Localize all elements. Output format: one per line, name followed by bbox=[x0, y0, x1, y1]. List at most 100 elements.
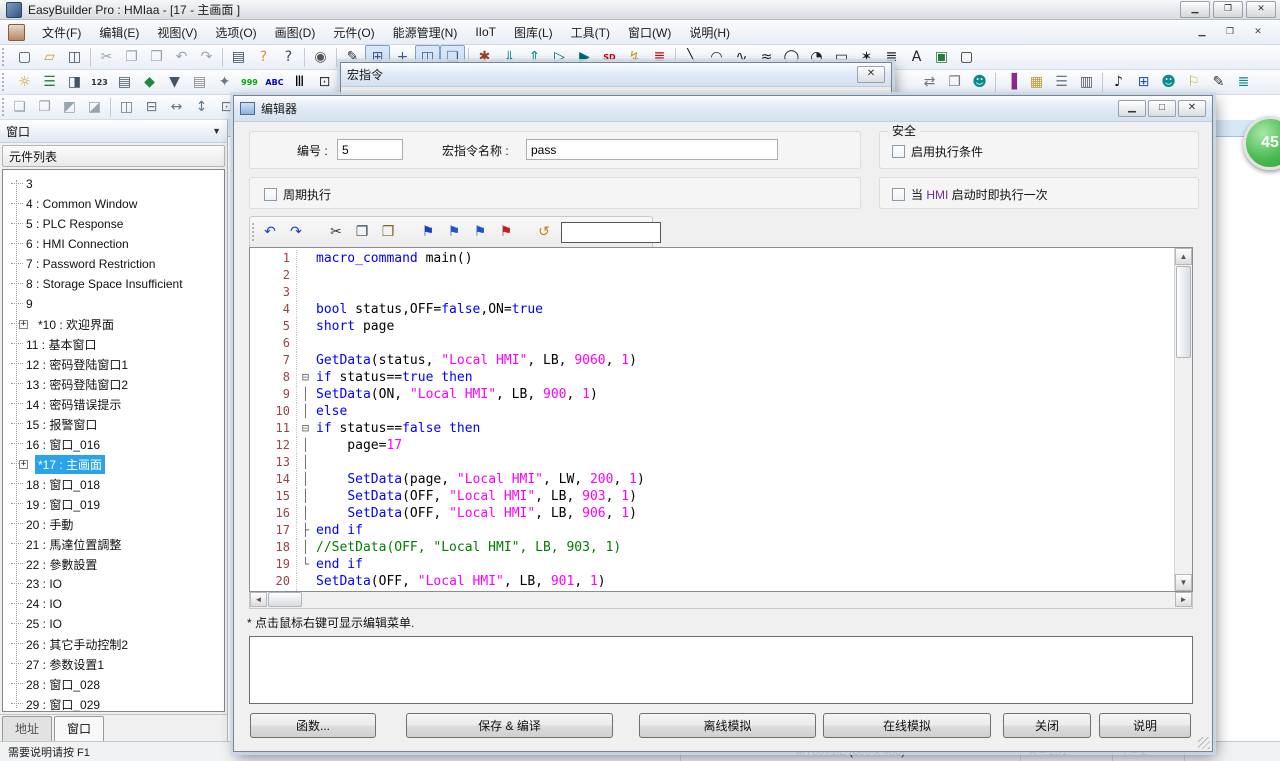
undo-icon[interactable]: ↶ bbox=[169, 45, 194, 69]
function-button[interactable]: 函数... bbox=[250, 713, 376, 738]
bring-to-front-icon[interactable]: ◩ bbox=[57, 95, 82, 119]
save-icon[interactable]: ◫ bbox=[62, 45, 87, 69]
checkbox-icon[interactable] bbox=[264, 188, 277, 201]
find-object-icon[interactable]: ◉ bbox=[308, 45, 333, 69]
mdi-minimize-icon[interactable]: ▁ bbox=[1190, 24, 1214, 40]
assistant-icon[interactable]: ☻ bbox=[1156, 70, 1181, 94]
copy-icon[interactable]: ❐ bbox=[119, 45, 144, 69]
scroll-left-icon[interactable]: ◄ bbox=[250, 592, 267, 607]
window-tree-item[interactable]: 14 : 密码错误提示 bbox=[3, 394, 224, 414]
sidebar-tab-窗口[interactable]: 窗口 bbox=[54, 716, 104, 741]
bookmark-clear-icon[interactable]: ⚑ bbox=[493, 220, 519, 244]
window-tree-item[interactable]: 6 : HMI Connection bbox=[3, 234, 224, 254]
copy-icon[interactable]: ❐ bbox=[349, 220, 375, 244]
window-tree-item[interactable]: 28 : 窗口_028 bbox=[3, 674, 224, 694]
bit-lamp-icon[interactable]: ☼ bbox=[12, 70, 37, 94]
menu-item[interactable]: 选项(O) bbox=[206, 21, 265, 44]
menu-item[interactable]: 图库(L) bbox=[505, 21, 562, 44]
send-to-back-icon[interactable]: ◪ bbox=[82, 95, 107, 119]
label-tag-icon[interactable]: ⚐ bbox=[1181, 70, 1206, 94]
window-tree-item[interactable]: 21 : 馬達位置調整 bbox=[3, 534, 224, 554]
picture-object-icon[interactable]: ▣ bbox=[929, 45, 954, 69]
window-tree-item[interactable]: 19 : 窗口_019 bbox=[3, 494, 224, 514]
menu-item[interactable]: 说明(H) bbox=[680, 21, 739, 44]
window-tree-item[interactable]: 15 : 报警窗口 bbox=[3, 414, 224, 434]
window-tree-item[interactable]: 4 : Common Window bbox=[3, 194, 224, 214]
data-transfer-icon[interactable]: ❐ bbox=[942, 70, 967, 94]
edit-object-icon[interactable]: ✎ bbox=[1206, 70, 1231, 94]
window-tree-item[interactable]: 24 : IO bbox=[3, 594, 224, 614]
make-same-height-icon[interactable]: ↕ bbox=[189, 95, 214, 119]
horizontal-scroll-thumb[interactable] bbox=[268, 592, 302, 607]
window-tree-item[interactable]: 9 bbox=[3, 294, 224, 314]
minimize-button[interactable]: ▁ bbox=[1180, 1, 1210, 18]
mdi-close-icon[interactable]: ✕ bbox=[1246, 24, 1270, 40]
vertical-scroll-thumb[interactable] bbox=[1176, 266, 1191, 358]
cut-icon[interactable]: ✂ bbox=[94, 45, 119, 69]
sound-library-icon[interactable]: ♪ bbox=[1106, 70, 1131, 94]
bar-display-icon[interactable]: ≣ bbox=[1231, 70, 1256, 94]
menu-item[interactable]: 元件(O) bbox=[324, 21, 383, 44]
window-tree-item[interactable]: 27 : 参数设置1 bbox=[3, 654, 224, 674]
panel-caption[interactable]: 窗口 ▼ bbox=[0, 120, 227, 143]
undo-icon[interactable]: ↶ bbox=[257, 220, 283, 244]
find-input[interactable] bbox=[561, 222, 661, 243]
help-icon[interactable]: ? bbox=[251, 45, 276, 69]
window-tree-item[interactable]: 26 : 其它手动控制2 bbox=[3, 634, 224, 654]
multi-state-switch-icon[interactable]: ▤ bbox=[112, 70, 137, 94]
window-tree-item[interactable]: 22 : 參數設置 bbox=[3, 554, 224, 574]
context-help-icon[interactable]: ? bbox=[276, 45, 301, 69]
group-objects-icon[interactable]: ❏ bbox=[7, 95, 32, 119]
set-word-icon[interactable]: 123 bbox=[87, 70, 112, 94]
object-list-header[interactable]: 元件列表 bbox=[2, 145, 225, 167]
shape-text-icon[interactable]: A bbox=[904, 45, 929, 69]
menu-item[interactable]: 文件(F) bbox=[33, 21, 90, 44]
print-icon[interactable]: ▤ bbox=[226, 45, 251, 69]
resize-grip[interactable] bbox=[1198, 737, 1210, 749]
memo-pad-icon[interactable]: ▤ bbox=[187, 70, 212, 94]
editor-maximize-button[interactable]: □ bbox=[1148, 100, 1176, 117]
find-replace-icon[interactable]: ↺ bbox=[531, 220, 557, 244]
direct-window-icon[interactable]: ⊡ bbox=[312, 70, 337, 94]
expander-plus-icon[interactable]: + bbox=[19, 320, 28, 329]
editor-minimize-button[interactable]: ▁ bbox=[1118, 100, 1146, 117]
help-button[interactable]: 说明 bbox=[1099, 713, 1191, 738]
sidebar-tab-地址[interactable]: 地址 bbox=[2, 716, 52, 741]
scroll-right-icon[interactable]: ► bbox=[1175, 592, 1192, 607]
mdi-restore-icon[interactable]: ❐ bbox=[1218, 24, 1242, 40]
project-organizer-icon[interactable]: ▦ bbox=[1024, 70, 1049, 94]
checkbox-icon[interactable] bbox=[892, 188, 905, 201]
editor-dialog-titlebar[interactable]: 编辑器 ▁ □ ✕ bbox=[234, 96, 1212, 122]
window-tree-item[interactable]: +*10 : 欢迎界面 bbox=[3, 314, 224, 334]
ungroup-objects-icon[interactable]: ❐ bbox=[32, 95, 57, 119]
online-simulation-button[interactable]: 在线模拟 bbox=[823, 713, 991, 738]
paste-icon[interactable]: ❒ bbox=[144, 45, 169, 69]
window-tree-item[interactable]: 13 : 密码登陆窗口2 bbox=[3, 374, 224, 394]
set-bit-icon[interactable]: ◨ bbox=[62, 70, 87, 94]
chevron-down-icon[interactable]: ▼ bbox=[212, 126, 221, 136]
run-on-startup-checkbox[interactable]: 当 HMI 启动时即执行一次 bbox=[892, 186, 1048, 203]
window-tree-item[interactable]: 23 : IO bbox=[3, 574, 224, 594]
menu-item[interactable]: 窗口(W) bbox=[619, 21, 680, 44]
robot-helper-icon[interactable]: ☻ bbox=[967, 70, 992, 94]
window-tree-item[interactable]: 29 : 窗口_029 bbox=[3, 694, 224, 712]
word-lamp-icon[interactable]: ☰ bbox=[37, 70, 62, 94]
address-grabber-icon[interactable]: ▐ bbox=[999, 70, 1024, 94]
scroll-down-icon[interactable]: ▼ bbox=[1175, 574, 1192, 591]
editor-close-button[interactable]: ✕ bbox=[1178, 100, 1206, 117]
restore-button[interactable]: ❐ bbox=[1213, 1, 1243, 18]
fold-collapse-icon[interactable]: ⊟ bbox=[297, 369, 314, 386]
shape-frame-icon[interactable]: ▢ bbox=[954, 45, 979, 69]
menu-item[interactable]: 视图(V) bbox=[148, 21, 206, 44]
key-object-icon[interactable]: ✦ bbox=[212, 70, 237, 94]
bookmark-next-icon[interactable]: ⚑ bbox=[441, 220, 467, 244]
periodic-checkbox[interactable]: 周期执行 bbox=[264, 186, 331, 203]
enable-condition-checkbox[interactable]: 启用执行条件 bbox=[892, 143, 983, 160]
bookmark-prev-icon[interactable]: ⚑ bbox=[467, 220, 493, 244]
align-center-vertical-icon[interactable]: ⊟ bbox=[139, 95, 164, 119]
save-compile-button[interactable]: 保存 & 编译 bbox=[406, 713, 613, 738]
window-tree-item[interactable]: 18 : 窗口_018 bbox=[3, 474, 224, 494]
open-folder-icon[interactable]: ▱ bbox=[37, 45, 62, 69]
window-tree-item[interactable]: 20 : 手動 bbox=[3, 514, 224, 534]
make-same-width-icon[interactable]: ↔ bbox=[164, 95, 189, 119]
